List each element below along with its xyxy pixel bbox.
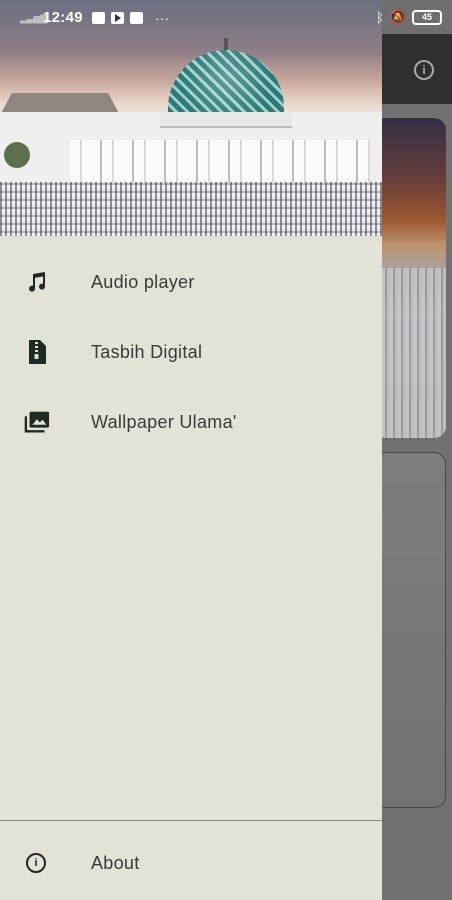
navigation-drawer: Audio player Tasbih Digital Wallpaper Ul… xyxy=(0,0,382,900)
status-time: 12:49 xyxy=(43,9,83,26)
photo-library-icon xyxy=(24,409,50,435)
mosque-header-image xyxy=(0,0,382,236)
tree xyxy=(4,142,30,168)
menu-item-label: About xyxy=(91,852,140,873)
drawer-scrim[interactable] xyxy=(382,34,452,900)
music-note-icon xyxy=(24,269,50,295)
dome-base xyxy=(160,112,292,128)
youtube-icon xyxy=(111,12,124,24)
zip-file-icon xyxy=(24,339,50,365)
menu-item-audio-player[interactable]: Audio player xyxy=(0,247,382,317)
mail-icon xyxy=(130,12,143,24)
menu-item-label: Wallpaper Ulama' xyxy=(91,411,237,432)
notification-icon xyxy=(92,12,105,24)
drawer-menu: Audio player Tasbih Digital Wallpaper Ul… xyxy=(0,247,382,457)
battery-indicator: 45 xyxy=(412,9,442,25)
bluetooth-icon: ᛒ xyxy=(376,9,384,25)
menu-item-about[interactable]: i About xyxy=(0,830,382,896)
info-icon: i xyxy=(26,853,46,873)
menu-item-label: Audio player xyxy=(91,271,195,292)
silent-mode-icon: 🔕 xyxy=(389,9,406,24)
status-bar: ▂▃▅▆ 12:49 ··· ᛒ 🔕 45 xyxy=(0,0,452,34)
menu-item-wallpaper-ulama[interactable]: Wallpaper Ulama' xyxy=(0,387,382,457)
drawer-divider xyxy=(0,820,382,821)
notification-icons: ··· xyxy=(92,10,169,26)
menu-item-label: Tasbih Digital xyxy=(91,341,203,362)
menu-item-tasbih-digital[interactable]: Tasbih Digital xyxy=(0,317,382,387)
more-notifications-icon: ··· xyxy=(155,10,169,26)
crowd xyxy=(0,182,382,236)
system-icons: ᛒ 🔕 45 xyxy=(376,9,442,25)
